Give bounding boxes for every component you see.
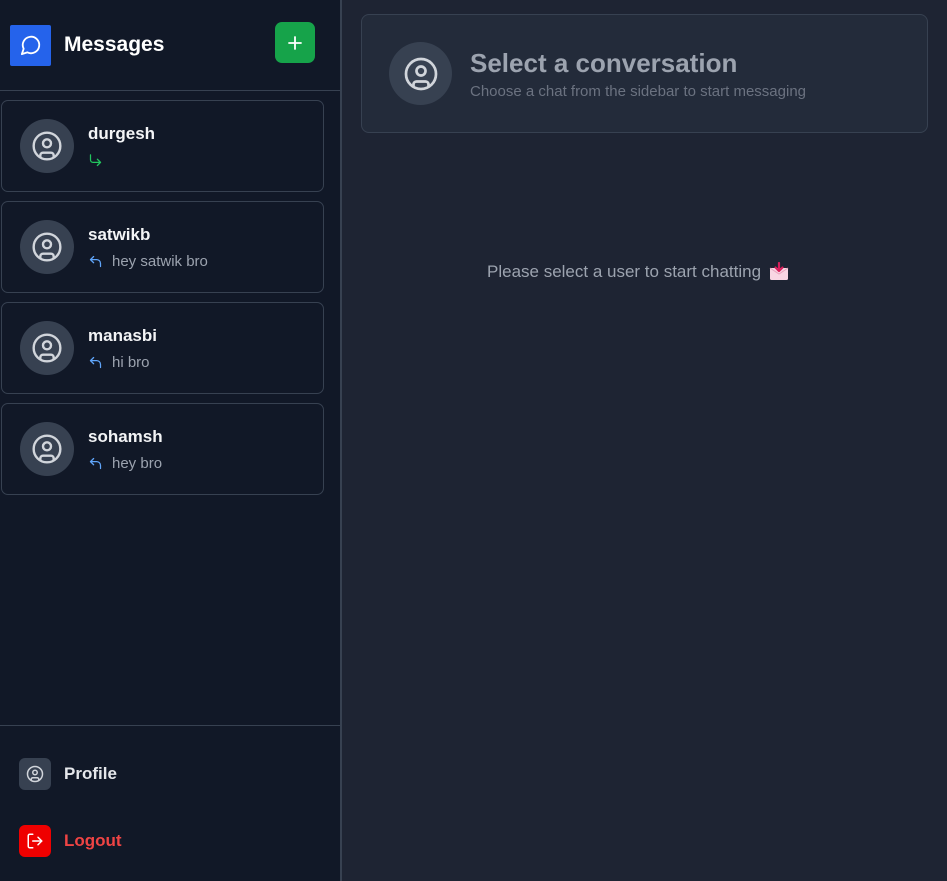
plus-icon: [288, 35, 302, 50]
new-chat-button[interactable]: [275, 22, 315, 63]
user-circle-icon: [32, 232, 62, 262]
reply-arrow-icon: [89, 356, 102, 368]
header-subtitle: Choose a chat from the sidebar to start …: [470, 83, 807, 100]
last-message: [88, 151, 155, 169]
user-circle-icon: [32, 434, 62, 464]
user-circle-icon: [404, 57, 437, 90]
list-item[interactable]: satwikb hey satwik bro: [1, 201, 324, 293]
logout-button[interactable]: Logout: [19, 825, 122, 857]
sidebar-header: Messages: [0, 0, 340, 91]
chat-panel: Select a conversation Choose a chat from…: [342, 0, 947, 881]
app-root: Messages durgesh satwikb hey satwik bro …: [0, 0, 947, 881]
user-circle-icon: [19, 758, 51, 790]
conversation-name: manasbi: [88, 326, 157, 345]
header-title: Select a conversation: [470, 48, 738, 78]
incoming-envelope-icon: [769, 262, 789, 280]
avatar: [389, 42, 452, 105]
user-circle-icon: [32, 131, 62, 161]
list-item[interactable]: sohamsh hey bro: [1, 403, 324, 495]
avatar: [20, 422, 74, 476]
avatar: [20, 220, 74, 274]
sent-arrow-icon: [89, 153, 102, 166]
app-title: Messages: [64, 33, 165, 56]
conversation-name: sohamsh: [88, 427, 163, 446]
empty-state-message: Please select a user to start chatting: [487, 262, 789, 282]
list-item[interactable]: durgesh: [1, 100, 324, 192]
last-message: hey satwik bro: [88, 252, 208, 270]
sidebar: Messages durgesh satwikb hey satwik bro …: [0, 0, 342, 881]
reply-arrow-icon: [89, 255, 102, 267]
avatar: [20, 119, 74, 173]
avatar: [20, 321, 74, 375]
reply-arrow-icon: [89, 457, 102, 469]
last-message: hey bro: [88, 454, 163, 472]
last-message-text: hey satwik bro: [112, 252, 208, 270]
conversation-name: satwikb: [88, 225, 151, 244]
list-item[interactable]: manasbi hi bro: [1, 302, 324, 394]
chat-bubble-icon: [10, 24, 51, 66]
logout-icon: [19, 825, 51, 857]
user-circle-icon: [32, 333, 62, 363]
profile-label: Profile: [64, 764, 117, 783]
conversation-list: durgesh satwikb hey satwik bro manasbi h…: [0, 91, 340, 504]
last-message-text: hey bro: [112, 454, 163, 472]
profile-button[interactable]: Profile: [19, 758, 117, 790]
sidebar-footer: Profile Logout: [0, 725, 340, 881]
last-message-text: hi bro: [112, 353, 150, 371]
empty-state-text: Please select a user to start chatting: [487, 262, 762, 281]
logout-label: Logout: [64, 831, 122, 850]
conversation-name: durgesh: [88, 124, 156, 143]
conversation-header: Select a conversation Choose a chat from…: [361, 14, 928, 133]
last-message: hi bro: [88, 353, 157, 371]
